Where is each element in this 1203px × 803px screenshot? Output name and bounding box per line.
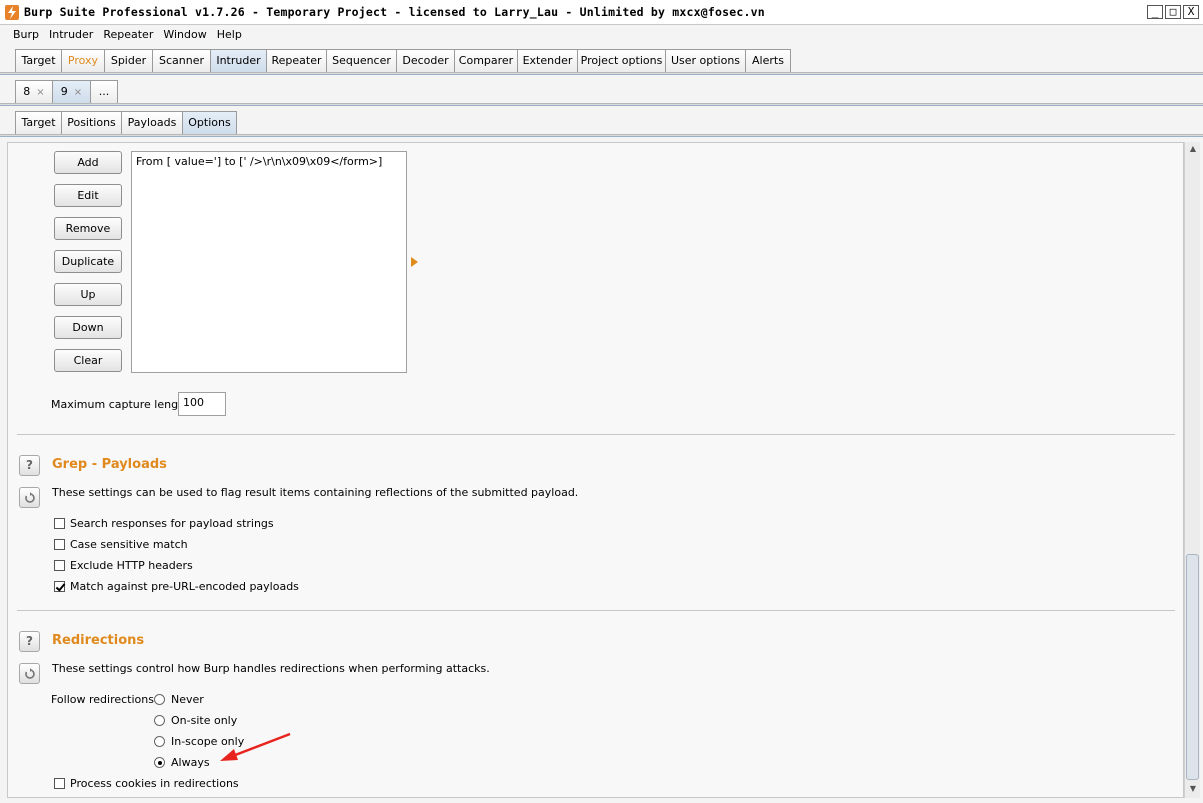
radio-button[interactable] <box>154 757 165 768</box>
tab-sequencer[interactable]: Sequencer <box>326 49 397 72</box>
scroll-down-icon[interactable]: ▼ <box>1187 784 1199 796</box>
checkbox[interactable] <box>54 560 65 571</box>
list-item[interactable]: From [ value='] to [' />\r\n\x09\x09</fo… <box>132 152 406 171</box>
subtab-target[interactable]: Target <box>15 111 62 134</box>
tab-alerts[interactable]: Alerts <box>745 49 791 72</box>
attack-tab-label: 9 <box>60 85 68 98</box>
tab-proxy[interactable]: Proxy <box>61 49 105 72</box>
annotation-arrow-icon <box>220 732 291 761</box>
tab-comparer[interactable]: Comparer <box>454 49 518 72</box>
tab-target[interactable]: Target <box>15 49 62 72</box>
checkbox[interactable] <box>54 581 65 592</box>
menu-window[interactable]: Window <box>158 28 211 41</box>
new-attack-tab[interactable]: ... <box>90 80 118 103</box>
checkbox[interactable] <box>54 539 65 550</box>
radio-label: Always <box>171 756 210 769</box>
max-capture-input[interactable]: 100 <box>178 392 226 416</box>
window-title: Burp Suite Professional v1.7.26 - Tempor… <box>24 5 765 19</box>
max-capture-label: Maximum capture length: <box>51 398 194 411</box>
vertical-scrollbar[interactable]: ▲ ▼ <box>1184 142 1200 798</box>
tab-user-options[interactable]: User options <box>665 49 746 72</box>
edit-button[interactable]: Edit <box>54 184 122 207</box>
radio-button[interactable] <box>154 715 165 726</box>
search-payload-strings-option[interactable]: Search responses for payload strings <box>54 517 274 530</box>
tab-separator <box>0 134 1203 137</box>
checkbox[interactable] <box>54 518 65 529</box>
checkbox-label: Match against pre-URL-encoded payloads <box>70 580 299 593</box>
tab-spider[interactable]: Spider <box>104 49 153 72</box>
tab-separator <box>0 103 1203 106</box>
main-tab-bar: Target Proxy Spider Scanner Intruder Rep… <box>0 49 1203 75</box>
match-pre-encoded-option[interactable]: Match against pre-URL-encoded payloads <box>54 580 299 593</box>
tab-separator <box>0 72 1203 75</box>
follow-redirections-label: Follow redirections: <box>51 693 158 706</box>
down-button[interactable]: Down <box>54 316 122 339</box>
exclude-headers-option[interactable]: Exclude HTTP headers <box>54 559 193 572</box>
radio-button[interactable] <box>154 694 165 705</box>
attack-tab-label: 8 <box>23 85 31 98</box>
help-icon[interactable]: ? <box>19 631 40 652</box>
section-divider <box>17 434 1175 435</box>
redirections-description: These settings control how Burp handles … <box>52 662 490 675</box>
tab-extender[interactable]: Extender <box>517 49 578 72</box>
checkbox-label: Exclude HTTP headers <box>70 559 193 572</box>
subtab-payloads[interactable]: Payloads <box>121 111 183 134</box>
redirect-always-option[interactable]: Always <box>154 756 210 769</box>
extract-items-list[interactable]: From [ value='] to [' />\r\n\x09\x09</fo… <box>131 151 407 373</box>
checkbox[interactable] <box>54 778 65 789</box>
up-button[interactable]: Up <box>54 283 122 306</box>
tab-proxy-label: Proxy <box>67 54 99 67</box>
case-sensitive-option[interactable]: Case sensitive match <box>54 538 188 551</box>
attack-tab-9[interactable]: 9 × <box>52 80 91 103</box>
radio-label: Never <box>171 693 204 706</box>
intruder-tab-bar: Target Positions Payloads Options <box>0 111 1203 137</box>
tab-intruder[interactable]: Intruder <box>210 49 267 72</box>
tab-decoder[interactable]: Decoder <box>396 49 455 72</box>
checkbox-label: Search responses for payload strings <box>70 517 274 530</box>
redirect-never-option[interactable]: Never <box>154 693 204 706</box>
tab-repeater[interactable]: Repeater <box>266 49 327 72</box>
clear-button[interactable]: Clear <box>54 349 122 372</box>
maximize-button[interactable]: □ <box>1165 5 1181 19</box>
remove-button[interactable]: Remove <box>54 217 122 240</box>
radio-button[interactable] <box>154 736 165 747</box>
menu-bar: Burp Intruder Repeater Window Help <box>0 25 1203 44</box>
burp-logo-icon <box>5 5 19 20</box>
radio-label: On-site only <box>171 714 238 727</box>
expand-arrow-icon[interactable] <box>411 257 418 267</box>
redirect-onsite-option[interactable]: On-site only <box>154 714 237 727</box>
attack-tab-bar: 8 × 9 × ... <box>0 80 1203 106</box>
attack-tab-8[interactable]: 8 × <box>15 80 53 103</box>
scroll-up-icon[interactable]: ▲ <box>1187 144 1199 156</box>
grep-payloads-title: Grep - Payloads <box>52 457 167 472</box>
scroll-thumb[interactable] <box>1186 554 1199 780</box>
title-bar: Burp Suite Professional v1.7.26 - Tempor… <box>0 0 1203 25</box>
menu-burp[interactable]: Burp <box>8 28 44 41</box>
restore-defaults-icon[interactable] <box>19 663 40 684</box>
section-divider <box>17 610 1175 611</box>
menu-help[interactable]: Help <box>212 28 247 41</box>
checkbox-label: Process cookies in redirections <box>70 777 239 790</box>
subtab-options[interactable]: Options <box>182 111 237 134</box>
restore-defaults-icon[interactable] <box>19 487 40 508</box>
subtab-positions[interactable]: Positions <box>61 111 122 134</box>
duplicate-button[interactable]: Duplicate <box>54 250 122 273</box>
close-tab-icon[interactable]: × <box>36 87 44 98</box>
close-button[interactable]: X <box>1183 5 1199 19</box>
redirections-title: Redirections <box>52 633 145 648</box>
process-cookies-option[interactable]: Process cookies in redirections <box>54 777 239 790</box>
help-icon[interactable]: ? <box>19 455 40 476</box>
tab-scanner[interactable]: Scanner <box>152 49 211 72</box>
add-button[interactable]: Add <box>54 151 122 174</box>
close-tab-icon[interactable]: × <box>74 87 82 98</box>
menu-repeater[interactable]: Repeater <box>98 28 158 41</box>
checkbox-label: Case sensitive match <box>70 538 188 551</box>
minimize-button[interactable]: _ <box>1147 5 1163 19</box>
menu-intruder[interactable]: Intruder <box>44 28 98 41</box>
grep-payloads-description: These settings can be used to flag resul… <box>52 486 579 499</box>
tab-project-options[interactable]: Project options <box>577 49 666 72</box>
